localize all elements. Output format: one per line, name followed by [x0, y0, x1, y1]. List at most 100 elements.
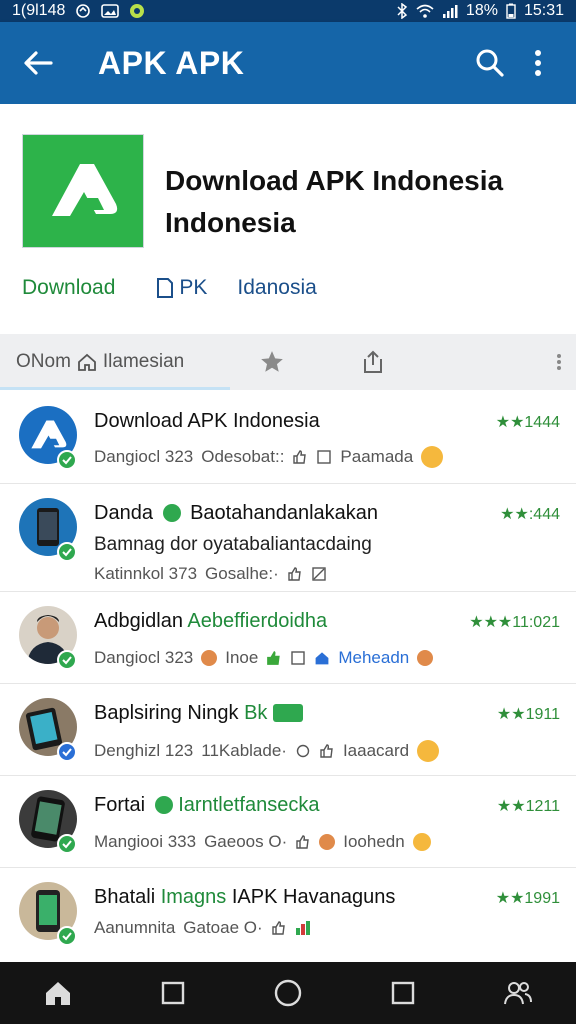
- tab-home[interactable]: ONom Ilamesian: [0, 334, 230, 390]
- green-badge-icon: [272, 704, 303, 722]
- chart-icon: [295, 920, 311, 936]
- list-item[interactable]: Adbgidlan Aebeffierdoidha Dangiocl 323 I…: [0, 592, 576, 684]
- item-meta-b: Gatoae O·: [183, 918, 263, 937]
- item-title-text: Download APK Indonesia: [94, 410, 320, 432]
- emoji-icon: [319, 834, 336, 850]
- verified-check-icon: [57, 834, 77, 854]
- search-icon: [476, 49, 504, 77]
- like-icon: [292, 449, 308, 465]
- green-check-icon: [162, 504, 181, 522]
- clock: 15:31: [523, 2, 564, 19]
- item-meta: Aanumnita Gatoae O·: [94, 918, 311, 938]
- emoji-icon: [201, 650, 218, 666]
- tab-more-button[interactable]: [556, 334, 562, 390]
- tab-home-label-2: Ilamesian: [102, 351, 185, 372]
- list-item[interactable]: Download APK Indonesia Dangiocl 323 Odes…: [0, 392, 576, 484]
- item-rating: ★★1911: [496, 706, 560, 723]
- item-meta-a: Mangiooi 333: [94, 832, 197, 851]
- tab-home-label: ONom: [16, 351, 71, 372]
- tab-favorites[interactable]: [242, 334, 302, 390]
- item-title-green: Iarntletfansecka: [178, 794, 320, 816]
- item-title-text: Fortai: [94, 794, 146, 816]
- verified-check-icon: [57, 742, 77, 762]
- signal-icon: [442, 4, 458, 18]
- page-title: Download APK Indonesia Indonesia: [165, 165, 504, 238]
- apk-logo-icon: [52, 164, 118, 216]
- item-title-green: Aebeffierdoidha: [187, 610, 328, 632]
- nav-square-button[interactable]: [373, 968, 433, 1018]
- green-check-icon: [154, 796, 173, 814]
- item-title-text: Danda: [94, 502, 153, 524]
- circle-icon: [295, 743, 311, 759]
- item-rating: ★★★11:021: [469, 614, 560, 631]
- square-icon: [161, 981, 184, 1005]
- item-title-text: Bhatali: [94, 886, 156, 908]
- item-meta-b: Inoe: [225, 648, 259, 667]
- nav-circle-button[interactable]: [258, 968, 318, 1018]
- list-item[interactable]: Baplsiring Ningk Bk Denghizl 123 11Kabla…: [0, 684, 576, 776]
- item-title: Bhatali Imagns IAPK Havanaguns: [94, 886, 395, 909]
- item-rating: ★★1211: [496, 798, 560, 815]
- battery-icon: [506, 3, 516, 19]
- checkbox-icon: [290, 650, 306, 666]
- emoji-icon: [412, 833, 431, 851]
- status-left-text: 1(9l148: [12, 2, 66, 19]
- share-icon: [364, 350, 382, 373]
- item-meta-c: Paamada: [340, 447, 414, 466]
- item-meta-b: Odesobat::: [201, 447, 285, 466]
- like-icon: [319, 743, 335, 759]
- apk-link-label: PK: [179, 276, 208, 299]
- arrow-left-icon: [24, 51, 53, 75]
- item-meta: Denghizl 123 11Kablade· Iaaacard: [94, 740, 440, 762]
- star-icon: [261, 351, 283, 372]
- indonesia-link[interactable]: Idanosia: [237, 276, 316, 300]
- apk-logo-icon: [31, 420, 67, 449]
- item-title: Adbgidlan Aebeffierdoidha: [94, 610, 327, 633]
- status-bar: 1(9l148 18% 15:31: [0, 0, 576, 22]
- bluetooth-icon: [396, 3, 408, 19]
- verified-check-icon: [57, 542, 77, 562]
- verified-check-icon: [57, 450, 77, 470]
- item-description: Bamnag dor oyatabaliantacdaing: [94, 534, 372, 555]
- like-icon: [271, 920, 287, 936]
- item-meta-a: Dangiocl 323: [94, 648, 194, 667]
- item-title: Download APK Indonesia: [94, 410, 320, 433]
- app-list: Download APK Indonesia Dangiocl 323 Odes…: [0, 392, 576, 958]
- item-meta-a: Katinnkol 373: [94, 564, 198, 583]
- item-meta: Dangiocl 323 Inoe Meheadn: [94, 648, 434, 668]
- apk-link[interactable]: PK: [155, 276, 207, 300]
- search-button[interactable]: [466, 39, 514, 87]
- item-meta-a: Aanumnita: [94, 918, 176, 937]
- notification-icon: [129, 3, 145, 19]
- item-meta-c: Meheadn: [338, 648, 410, 667]
- app-title: APK APK: [98, 44, 245, 81]
- file-icon: [157, 278, 174, 298]
- list-item[interactable]: Danda Baotahandanlakakan Bamnag dor oyat…: [0, 484, 576, 592]
- item-meta-b: 11Kablade·: [201, 741, 287, 760]
- header-links: Download PK Idanosia: [22, 276, 317, 300]
- back-button[interactable]: [14, 39, 62, 87]
- tab-bar: ONom Ilamesian: [0, 334, 576, 390]
- emoji-icon: [417, 740, 440, 762]
- item-title: Fortai Iarntletfansecka: [94, 794, 319, 817]
- nav-home-button[interactable]: [28, 968, 88, 1018]
- tab-share[interactable]: [344, 334, 404, 390]
- system-nav-bar: [0, 962, 576, 1024]
- download-link[interactable]: Download: [22, 276, 115, 300]
- nav-contacts-button[interactable]: [488, 968, 548, 1018]
- list-item[interactable]: Fortai Iarntletfansecka Mangiooi 333 Gae…: [0, 776, 576, 868]
- list-item[interactable]: Bhatali Imagns IAPK Havanaguns Aanumnita…: [0, 868, 576, 958]
- item-meta-a: Dangiocl 323: [94, 447, 194, 466]
- nav-recents-button[interactable]: [143, 968, 203, 1018]
- home-icon: [78, 353, 96, 371]
- item-title-text: Baplsiring Ningk: [94, 702, 239, 724]
- thumbs-up-icon: [266, 650, 282, 666]
- verified-check-icon: [57, 650, 77, 670]
- item-rating: ★★:444: [500, 506, 560, 523]
- item-meta-b: Gosalhe:·: [205, 564, 279, 583]
- app-logo: [22, 134, 144, 248]
- overflow-menu-button[interactable]: [514, 39, 562, 87]
- home-icon: [314, 650, 330, 666]
- item-title: Baplsiring Ningk Bk: [94, 702, 303, 725]
- item-meta-b: Gaeoos O·: [204, 832, 288, 851]
